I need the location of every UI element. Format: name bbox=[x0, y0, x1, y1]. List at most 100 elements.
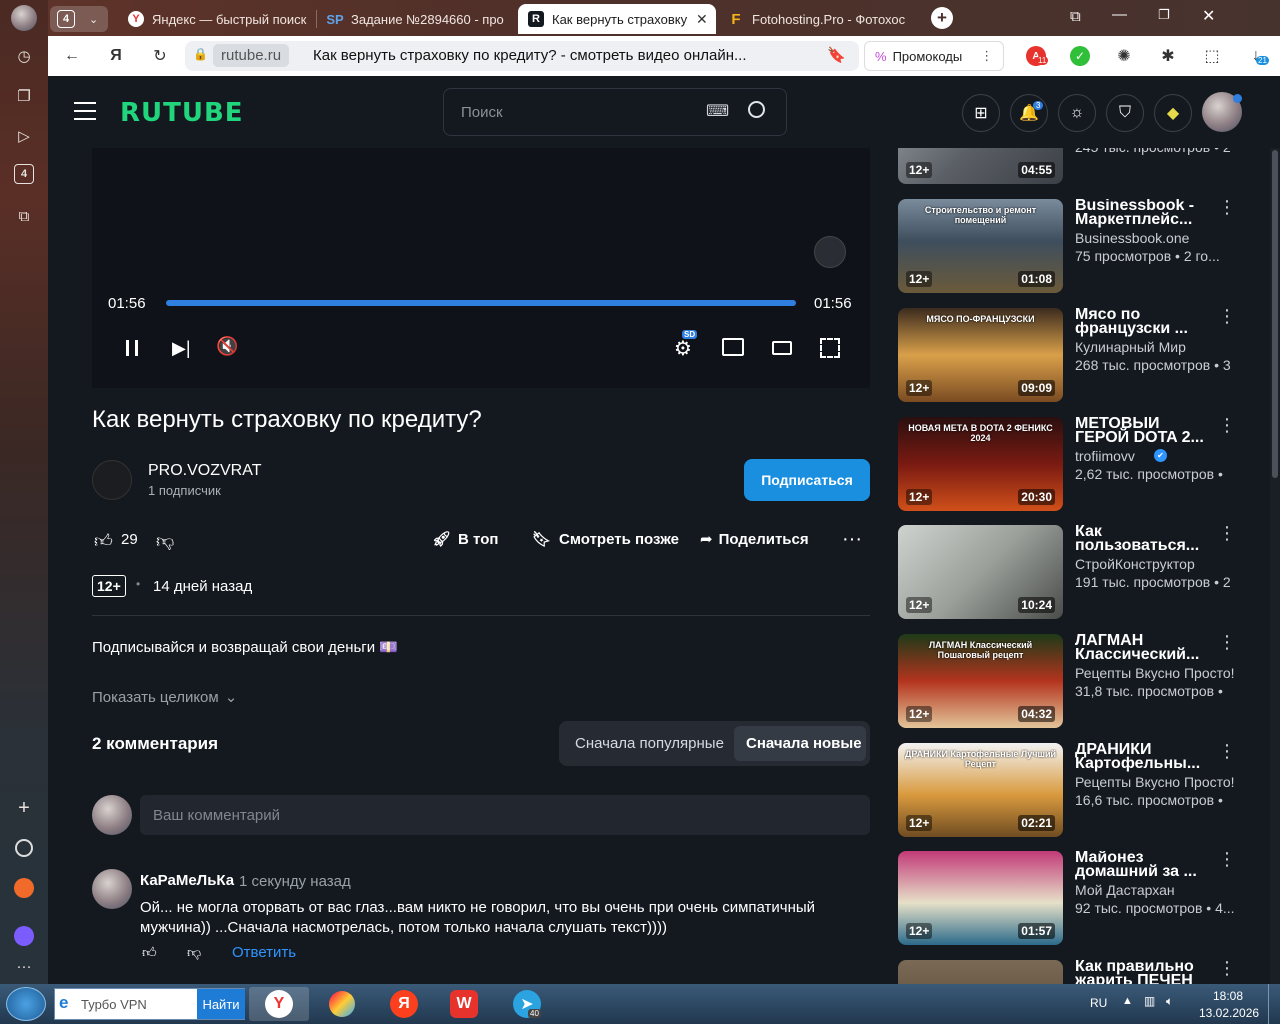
video-thumbnail[interactable]: ЛАГМАН Классический Пошаговый рецепт 12+ 0… bbox=[898, 634, 1063, 728]
top-button[interactable]: 🚀︎ В топ bbox=[432, 530, 498, 549]
keyboard-language[interactable]: RU bbox=[1090, 996, 1107, 1010]
tab-task[interactable]: SP Задание №2894660 - про bbox=[327, 4, 507, 34]
upload-button[interactable]: ⊞ bbox=[962, 94, 1000, 132]
video-thumbnail[interactable]: 12+ 01:57 bbox=[898, 851, 1063, 945]
watch-later-button[interactable]: 🔖︎ Смотреть позже bbox=[532, 530, 679, 549]
video-thumbnail[interactable]: МЯСО ПО-ФРАНЦУЗСКИ 12+ 09:09 bbox=[898, 308, 1063, 402]
more-options-icon[interactable]: ··· bbox=[842, 528, 862, 551]
profile-sync-icon[interactable]: ⬚ bbox=[1200, 44, 1224, 68]
add-panel-icon[interactable]: + bbox=[12, 796, 36, 820]
reload-icon[interactable]: ↻ bbox=[148, 44, 172, 68]
sort-popular-tab[interactable]: Сначала популярные bbox=[575, 735, 724, 752]
maximize-icon[interactable]: ❐ bbox=[1158, 7, 1170, 23]
messenger-icon[interactable] bbox=[12, 924, 36, 948]
alice-icon[interactable] bbox=[12, 836, 36, 860]
more-options-icon[interactable]: ⋮ bbox=[1218, 633, 1236, 660]
mute-icon[interactable]: 🔇 bbox=[216, 336, 238, 357]
start-button[interactable] bbox=[6, 987, 46, 1021]
downloads-icon[interactable]: ↓ 21 bbox=[1244, 44, 1269, 68]
comment-author[interactable]: КаРаМеЛьКа bbox=[140, 872, 234, 889]
new-tab-button[interactable]: + bbox=[931, 7, 953, 29]
recommended-item[interactable]: НОВАЯ МЕТА В DOTA 2 ФЕНИКС 2024 12+ 20:30 М… bbox=[898, 416, 1243, 511]
comment-input[interactable]: Ваш комментарий bbox=[140, 795, 870, 835]
channel-avatar[interactable] bbox=[92, 460, 132, 500]
yandex-browser-app[interactable]: Y bbox=[249, 987, 309, 1021]
yandex-home-icon[interactable]: Я bbox=[104, 44, 128, 68]
adblock-extension-icon[interactable]: A 11 bbox=[1024, 44, 1049, 68]
telegram-icon[interactable]: ➤ 40 bbox=[497, 987, 557, 1021]
network-icon[interactable]: ▥ bbox=[1144, 994, 1155, 1008]
tab-yandex[interactable]: Y Яндекс — быстрый поиск bbox=[128, 4, 313, 34]
back-icon[interactable]: ← bbox=[60, 44, 84, 68]
recommended-title[interactable]: Как пользоваться... bbox=[1075, 525, 1210, 555]
video-icon[interactable]: ▷ bbox=[12, 124, 36, 148]
share-button[interactable]: ➦ Поделиться bbox=[700, 530, 809, 549]
mail-icon[interactable] bbox=[12, 876, 36, 900]
url-field[interactable]: 🔒 rutube.ru Как вернуть страховку по кре… bbox=[185, 41, 859, 71]
check-extension-icon[interactable]: ✓ bbox=[1068, 44, 1092, 68]
search-submit-button[interactable]: Найти bbox=[197, 989, 245, 1019]
more-options-icon[interactable]: ⋮ bbox=[1218, 742, 1236, 769]
next-icon[interactable]: ▶︎| bbox=[172, 338, 191, 359]
rutube-logo[interactable]: RUTUBE bbox=[120, 98, 244, 128]
theater-mode-icon[interactable] bbox=[772, 341, 792, 355]
recommended-title[interactable]: Майонез домашний за ... bbox=[1075, 851, 1210, 881]
recommended-item[interactable]: МЯСО ПО-ФРАНЦУЗСКИ 12+ 09:09 Мясо по францу… bbox=[898, 307, 1243, 402]
scrollbar[interactable] bbox=[1270, 148, 1280, 984]
pause-icon[interactable] bbox=[126, 340, 138, 356]
tab-rutube[interactable]: R Как вернуть страховку ✕ bbox=[518, 4, 716, 34]
taskbar-search[interactable]: e Турбо VPN Найти bbox=[54, 988, 245, 1020]
progress-bar[interactable] bbox=[166, 300, 796, 306]
minimize-icon[interactable]: — bbox=[1112, 6, 1127, 23]
recommended-title[interactable]: Businessbook - Маркетплейс... bbox=[1075, 199, 1210, 229]
comment-like-icon[interactable]: 👍︎ bbox=[142, 944, 157, 961]
shield-icon[interactable]: ⛉ bbox=[1106, 94, 1144, 132]
settings-icon[interactable]: ⚙ SD bbox=[674, 330, 698, 361]
yandex-app-icon[interactable]: Я bbox=[374, 987, 434, 1021]
premium-icon[interactable]: ◆ bbox=[1154, 94, 1192, 132]
channel-name[interactable]: PRO.VOZVRAT bbox=[148, 462, 262, 480]
bookmarks-panel-icon[interactable]: ⧉ bbox=[1070, 8, 1081, 25]
comment-dislike-icon[interactable]: 👎︎ bbox=[187, 944, 201, 961]
volume-icon[interactable]: 🔈︎ bbox=[1166, 994, 1173, 1009]
recommended-item[interactable]: ЛАГМАН Классический Пошаговый рецепт 12+ 0… bbox=[898, 633, 1243, 728]
more-options-icon[interactable]: ⋮ bbox=[1218, 959, 1236, 986]
fullscreen-icon[interactable] bbox=[820, 338, 840, 358]
more-options-icon[interactable]: ⋮ bbox=[1218, 850, 1236, 877]
theme-toggle-button[interactable]: ☼ bbox=[1058, 94, 1096, 132]
tab-counter-button[interactable]: 4 ⌄ bbox=[50, 6, 108, 32]
recommended-item[interactable]: Строительство и ремонт помещений 12+ 01:08… bbox=[898, 198, 1243, 293]
recommended-item[interactable]: 12+ 10:24 Как пользоваться... СтройКонструк… bbox=[898, 524, 1243, 619]
video-player[interactable]: 01:56 01:56 ▶︎| 🔇 ⚙ SD bbox=[92, 148, 870, 388]
recommended-title[interactable]: Мясо по французски ... bbox=[1075, 308, 1210, 338]
more-icon[interactable]: ··· bbox=[12, 954, 36, 978]
more-options-icon[interactable]: ⋮ bbox=[1218, 198, 1236, 225]
recommended-item[interactable]: 12+ 01:57 Майонез домашний за ... Мой Даста… bbox=[898, 850, 1243, 945]
notifications-button[interactable]: 🔔 3 bbox=[1010, 94, 1048, 132]
extensions-icon[interactable]: ✱ bbox=[1156, 44, 1180, 68]
show-desktop-button[interactable] bbox=[1268, 984, 1280, 1024]
wps-office-icon[interactable]: W bbox=[434, 987, 494, 1021]
screenshot-icon[interactable]: ⧉ bbox=[12, 204, 36, 228]
video-thumbnail[interactable]: 12+ 10:24 bbox=[898, 525, 1063, 619]
subscribe-button[interactable]: Подписаться bbox=[744, 459, 870, 501]
recommended-title[interactable]: МЕТОВЫЙ ГЕРОЙ DOTA 2... bbox=[1075, 417, 1210, 447]
recommended-title[interactable]: ДРАНИКИ Картофельны... bbox=[1075, 743, 1210, 773]
more-options-icon[interactable]: ⋮ bbox=[1218, 524, 1236, 551]
reply-link[interactable]: Ответить bbox=[232, 944, 296, 961]
search-input[interactable]: Поиск bbox=[461, 104, 503, 121]
close-window-icon[interactable]: ✕ bbox=[1202, 6, 1215, 26]
tabs-count-icon[interactable]: 4 bbox=[14, 164, 34, 184]
keyboard-icon[interactable]: ⌨ bbox=[706, 101, 729, 121]
collections-icon[interactable]: ❐ bbox=[12, 84, 36, 108]
profile-avatar[interactable] bbox=[11, 5, 37, 31]
history-icon[interactable]: ◷ bbox=[12, 44, 36, 68]
comment-avatar[interactable] bbox=[92, 869, 132, 909]
video-thumbnail[interactable]: НОВАЯ МЕТА В DOTA 2 ФЕНИКС 2024 12+ 20:30 bbox=[898, 417, 1063, 511]
user-avatar[interactable] bbox=[1202, 92, 1242, 132]
parrot-app-icon[interactable] bbox=[312, 987, 372, 1021]
pip-icon[interactable] bbox=[722, 338, 744, 356]
openai-extension-icon[interactable]: ✺ bbox=[1112, 44, 1136, 68]
show-more-link[interactable]: Показать целиком ⌄ bbox=[92, 688, 237, 706]
menu-icon[interactable] bbox=[74, 102, 96, 120]
